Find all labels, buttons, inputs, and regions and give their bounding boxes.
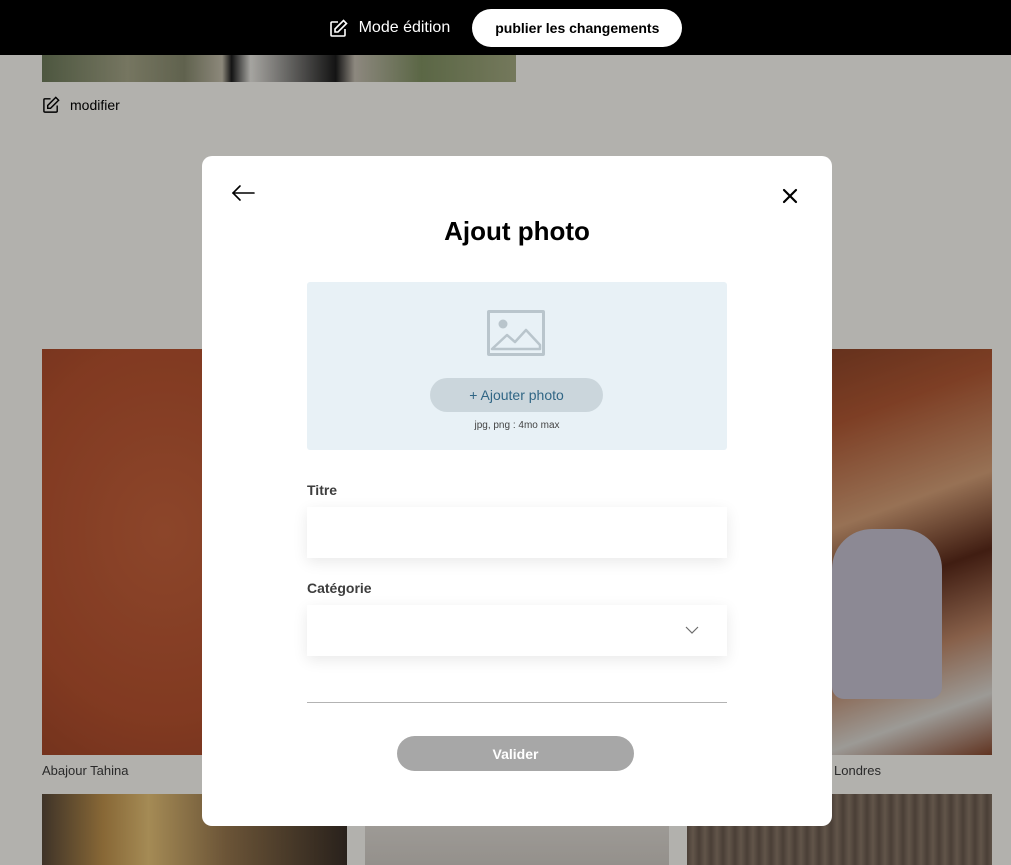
close-icon	[782, 188, 798, 204]
photo-upload-zone[interactable]: + Ajouter photo jpg, png : 4mo max	[307, 282, 727, 450]
category-field-label: Catégorie	[307, 580, 372, 596]
add-photo-modal: Ajout photo + Ajouter photo jpg, png : 4…	[202, 156, 832, 826]
edit-icon	[329, 18, 348, 37]
close-button[interactable]	[780, 186, 800, 206]
submit-button[interactable]: Valider	[397, 736, 634, 771]
image-placeholder-icon	[487, 310, 545, 356]
edit-mode-label: Mode édition	[358, 18, 451, 36]
upload-hint: jpg, png : 4mo max	[474, 420, 560, 431]
edit-mode-indicator: Mode édition	[329, 18, 451, 38]
publish-changes-button[interactable]: publier les changements	[472, 8, 683, 47]
arrow-left-icon	[231, 185, 255, 201]
back-button[interactable]	[230, 183, 256, 203]
edit-mode-bar: Mode édition publier les changements	[0, 0, 1011, 55]
chevron-down-icon	[685, 626, 699, 634]
form-divider	[307, 702, 727, 703]
title-field-label: Titre	[307, 482, 338, 498]
title-field[interactable]	[307, 507, 727, 558]
add-photo-button[interactable]: + Ajouter photo	[430, 378, 603, 412]
modal-title: Ajout photo	[444, 216, 590, 246]
category-select[interactable]	[307, 605, 727, 656]
